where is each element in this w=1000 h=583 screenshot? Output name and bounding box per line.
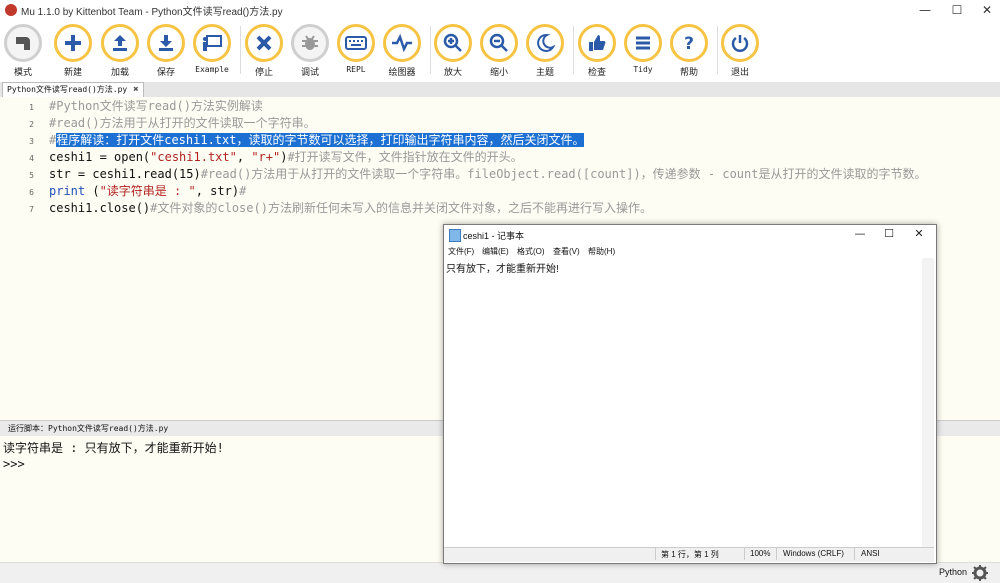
- power-icon: [731, 35, 749, 52]
- line-number: 5: [29, 171, 34, 180]
- line-number: 4: [29, 154, 34, 163]
- notepad-minimize-button[interactable]: —: [845, 226, 875, 242]
- gear-icon[interactable]: [971, 564, 989, 582]
- notepad-scrollbar[interactable]: [922, 258, 934, 547]
- status-divider: [744, 548, 745, 560]
- toolbar: 模式 新建 加载 保存 Example 停止 调试 REPL 绘图器 放大 缩小: [0, 20, 1000, 83]
- mode-button[interactable]: 模式: [0, 24, 48, 78]
- line-number: 3: [29, 137, 34, 146]
- maximize-button[interactable]: ☐: [942, 0, 972, 20]
- file-tab[interactable]: Python文件读写read()方法.py ✖: [2, 82, 144, 97]
- notepad-icon: [449, 229, 461, 242]
- repl-button[interactable]: REPL: [331, 24, 381, 74]
- help-button[interactable]: ? 帮助: [664, 24, 714, 78]
- status-divider: [854, 548, 855, 560]
- line-number: 2: [29, 120, 34, 129]
- line-ending: Windows (CRLF): [783, 549, 844, 558]
- bug-icon: [302, 35, 318, 50]
- window-title: Mu 1.1.0 by Kittenbot Team - Python文件读写r…: [21, 7, 283, 18]
- code-line-6: print ("读字符串是 : ", str)#: [49, 184, 247, 198]
- cursor-position: 第 1 行，第 1 列: [661, 550, 719, 559]
- plotter-button[interactable]: 绘图器: [377, 24, 427, 78]
- theme-button[interactable]: 主题: [520, 24, 570, 78]
- menu-help[interactable]: 帮助(H): [588, 246, 615, 257]
- stop-button[interactable]: 停止: [239, 24, 289, 78]
- line-number: 1: [29, 103, 34, 112]
- notepad-maximize-button[interactable]: ☐: [874, 226, 904, 242]
- download-icon: [159, 35, 173, 51]
- code-line-3: #程序解读：打开文件ceshi1.txt，读取的字节数可以选择，打印输出字符串内…: [49, 133, 585, 147]
- check-button[interactable]: 检查: [572, 24, 622, 78]
- mode-indicator: Python: [939, 567, 968, 577]
- zoom-out-button[interactable]: 缩小: [474, 24, 524, 78]
- repl-prompt: >>>: [3, 457, 25, 471]
- zoom-out-icon: [489, 33, 508, 52]
- thumbs-up-icon: [589, 35, 606, 51]
- code-line-2: #read()方法用于从打开的文件读取一个字符串。: [49, 116, 316, 130]
- selected-text: 程序解读：打开文件ceshi1.txt，读取的字节数可以选择，打印输出字符串内容…: [56, 133, 585, 147]
- notepad-title: ceshi1 - 记事本: [463, 231, 525, 241]
- zoom-level: 100%: [750, 549, 771, 558]
- debug-button[interactable]: 调试: [285, 24, 335, 78]
- zoom-in-button[interactable]: 放大: [428, 24, 478, 78]
- line-number: 7: [29, 205, 34, 214]
- tab-bar: [0, 82, 1000, 97]
- status-divider: [655, 548, 656, 560]
- status-bar: [0, 562, 1000, 583]
- code-line-7: ceshi1.close()#文件对象的close()方法刷新任何未写入的信息并…: [49, 201, 652, 215]
- keyboard-icon: [345, 36, 367, 50]
- code-line-4: ceshi1 = open("ceshi1.txt", "r+")#打开读写文件…: [49, 150, 523, 164]
- quit-button[interactable]: 退出: [715, 24, 765, 78]
- minimize-button[interactable]: —: [910, 0, 940, 20]
- code-line-5: str = ceshi1.read(15)#read()方法用于从打开的文件读取…: [49, 167, 927, 181]
- line-gutter: 1 2 3 4 5 6 7: [0, 97, 48, 420]
- close-button[interactable]: ✕: [972, 0, 1000, 20]
- status-divider: [776, 548, 777, 560]
- question-icon: ?: [684, 34, 694, 53]
- tab-label: Python文件读写read()方法.py: [7, 85, 128, 94]
- menu-view[interactable]: 查看(V): [553, 246, 580, 257]
- notepad-window: [443, 224, 937, 564]
- pulse-icon: [392, 34, 412, 52]
- code-line-1: #Python文件读写read()方法实例解读: [49, 99, 263, 113]
- menu-edit[interactable]: 编辑(E): [482, 246, 509, 257]
- x-icon: [256, 35, 272, 51]
- tab-close-icon[interactable]: ✖: [133, 85, 138, 95]
- presentation-icon: [203, 35, 222, 51]
- menu-format[interactable]: 格式(O): [517, 246, 545, 257]
- mu-app-icon: [5, 4, 17, 16]
- lines-icon: [636, 36, 650, 50]
- svg-text:?: ?: [684, 34, 694, 53]
- save-button[interactable]: 保存: [141, 24, 191, 78]
- notepad-close-button[interactable]: ✕: [904, 226, 934, 242]
- plus-icon: [65, 35, 81, 51]
- example-button[interactable]: Example: [187, 24, 237, 74]
- upload-icon: [113, 35, 127, 51]
- zoom-in-icon: [443, 33, 462, 52]
- mode-icon: [16, 37, 30, 50]
- moon-icon: [537, 33, 555, 52]
- new-button[interactable]: 新建: [48, 24, 98, 78]
- menu-file[interactable]: 文件(F): [448, 246, 474, 257]
- line-number: 6: [29, 188, 34, 197]
- run-script-label: 运行脚本：Python文件读写read()方法.py: [8, 424, 169, 433]
- tidy-button[interactable]: Tidy: [618, 24, 668, 74]
- notepad-text-area[interactable]: 只有放下，才能重新开始!: [446, 260, 559, 275]
- encoding: ANSI: [861, 549, 880, 558]
- output-line: 读字符串是 : 只有放下，才能重新开始!: [3, 441, 224, 455]
- load-button[interactable]: 加载: [95, 24, 145, 78]
